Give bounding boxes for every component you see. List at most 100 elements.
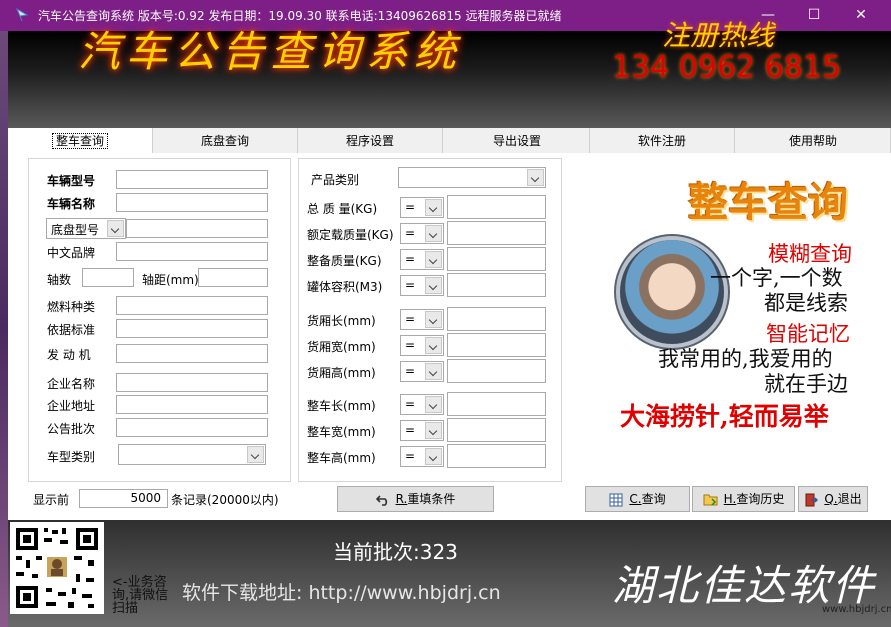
app-icon	[15, 7, 29, 22]
operator-select[interactable]: =	[400, 309, 444, 330]
engine-label: 发 动 机	[47, 348, 91, 362]
operator-select[interactable]: =	[400, 335, 444, 356]
wheelbase-input[interactable]	[198, 268, 268, 287]
spec-value-input[interactable]	[447, 221, 546, 245]
operator-select[interactable]: =	[400, 446, 444, 467]
operator-select[interactable]: =	[400, 394, 444, 415]
spec-label: 整备质量(KG)	[307, 254, 382, 268]
operator-value: =	[405, 252, 416, 266]
chevron-down-icon[interactable]	[425, 225, 442, 242]
spec-label: 额定载质量(KG)	[307, 228, 394, 242]
chevron-down-icon[interactable]	[425, 337, 442, 354]
chevron-down-icon[interactable]	[425, 277, 442, 294]
engine-input[interactable]	[116, 344, 268, 363]
batch-input[interactable]	[116, 418, 268, 437]
reset-shortcut: R.	[395, 492, 408, 506]
desktop-edge	[0, 31, 8, 627]
wheelbase-label: 轴距(mm)	[142, 273, 199, 287]
chassis-type-select[interactable]: 底盘型号	[46, 218, 126, 239]
chevron-down-icon[interactable]	[425, 396, 442, 413]
operator-value: =	[405, 226, 416, 240]
exit-shortcut: Q.	[824, 492, 838, 506]
hotline-label: 注册热线	[662, 19, 775, 52]
query-button[interactable]: C.查询	[585, 486, 690, 512]
axle-count-input[interactable]	[82, 268, 134, 287]
tab-label: 整车查询	[51, 133, 108, 149]
chevron-down-icon[interactable]	[425, 311, 442, 328]
standard-label: 依据标准	[47, 323, 96, 337]
follow-text: <-业务咨询,请微信扫描	[112, 575, 169, 616]
maximize-button[interactable]: ☐	[791, 0, 837, 31]
chevron-down-icon[interactable]	[425, 199, 442, 216]
tab-help[interactable]: 使用帮助	[736, 128, 891, 153]
reset-button[interactable]: R.重填条件	[337, 486, 494, 512]
spec-value-input[interactable]	[447, 195, 546, 219]
tab-chassis-query[interactable]: 底盘查询	[153, 128, 298, 153]
chevron-down-icon[interactable]	[107, 220, 124, 237]
spec-value-input[interactable]	[447, 444, 546, 468]
spec-label: 货厢宽(mm)	[307, 340, 376, 354]
history-label: 查询历史	[736, 492, 785, 506]
operator-value: =	[405, 423, 416, 437]
exit-label: 退出	[837, 492, 862, 506]
company-name-input[interactable]	[116, 373, 268, 392]
spec-value-input[interactable]	[447, 418, 546, 442]
query-history-button[interactable]: H.查询历史	[692, 486, 795, 512]
exit-door-icon	[805, 493, 819, 506]
folder-icon	[703, 494, 718, 506]
chassis-type-selected: 底盘型号	[51, 223, 100, 237]
tab-vehicle-query[interactable]: 整车查询	[8, 128, 153, 153]
operator-value: =	[405, 338, 416, 352]
tab-program-settings[interactable]: 程序设置	[298, 128, 443, 153]
vehicle-name-label: 车辆名称	[47, 197, 96, 211]
operator-value: =	[405, 364, 416, 378]
chevron-down-icon[interactable]	[425, 448, 442, 465]
chevron-down-icon[interactable]	[425, 363, 442, 380]
operator-select[interactable]: =	[400, 361, 444, 382]
vehicle-type-select[interactable]	[118, 444, 266, 465]
vehicle-name-input[interactable]	[116, 193, 268, 212]
operator-value: =	[405, 200, 416, 214]
chinese-brand-input[interactable]	[116, 242, 268, 261]
operator-select[interactable]: =	[400, 275, 444, 296]
vehicle-model-input[interactable]	[116, 170, 268, 189]
tab-export-settings[interactable]: 导出设置	[445, 128, 590, 153]
spec-value-input[interactable]	[447, 273, 546, 297]
spec-value-input[interactable]	[447, 359, 546, 383]
chevron-down-icon[interactable]	[425, 422, 442, 439]
header-title: 汽车公告查询系统	[78, 27, 463, 76]
spec-value-input[interactable]	[447, 307, 546, 331]
spec-value-input[interactable]	[447, 392, 546, 416]
close-button[interactable]: ✕	[838, 0, 884, 31]
fuel-type-label: 燃料种类	[47, 300, 96, 314]
wechat-qr-code	[10, 522, 104, 614]
spec-label: 罐体容积(M3)	[307, 280, 383, 294]
spec-value-input[interactable]	[447, 333, 546, 357]
chevron-down-icon[interactable]	[247, 446, 264, 463]
record-count-input[interactable]: 5000	[79, 489, 168, 508]
operator-select[interactable]: =	[400, 249, 444, 270]
company-address-input[interactable]	[116, 395, 268, 414]
spec-label: 整车高(mm)	[307, 451, 376, 465]
tab-software-register[interactable]: 软件注册	[590, 128, 735, 153]
chassis-type-input[interactable]	[126, 219, 268, 238]
spec-value-input[interactable]	[447, 247, 546, 271]
query-label: 查询	[641, 492, 666, 506]
chevron-down-icon[interactable]	[527, 169, 544, 186]
company-name-label: 企业名称	[47, 377, 96, 391]
operator-select[interactable]: =	[400, 420, 444, 441]
standard-input[interactable]	[116, 319, 268, 338]
fuel-type-input[interactable]	[116, 296, 268, 315]
reset-label: 重填条件	[407, 492, 456, 506]
product-type-select[interactable]	[398, 167, 546, 188]
hotline-number: 134 0962 6815	[612, 50, 842, 85]
operator-value: =	[405, 278, 416, 292]
operator-select[interactable]: =	[400, 197, 444, 218]
exit-button[interactable]: Q.退出	[798, 486, 868, 512]
chevron-down-icon[interactable]	[425, 251, 442, 268]
operator-select[interactable]: =	[400, 223, 444, 244]
product-type-label: 产品类别	[311, 173, 360, 187]
undo-icon	[375, 494, 387, 506]
chinese-brand-label: 中文品牌	[47, 246, 96, 260]
vehicle-type-label: 车型类别	[47, 450, 96, 464]
